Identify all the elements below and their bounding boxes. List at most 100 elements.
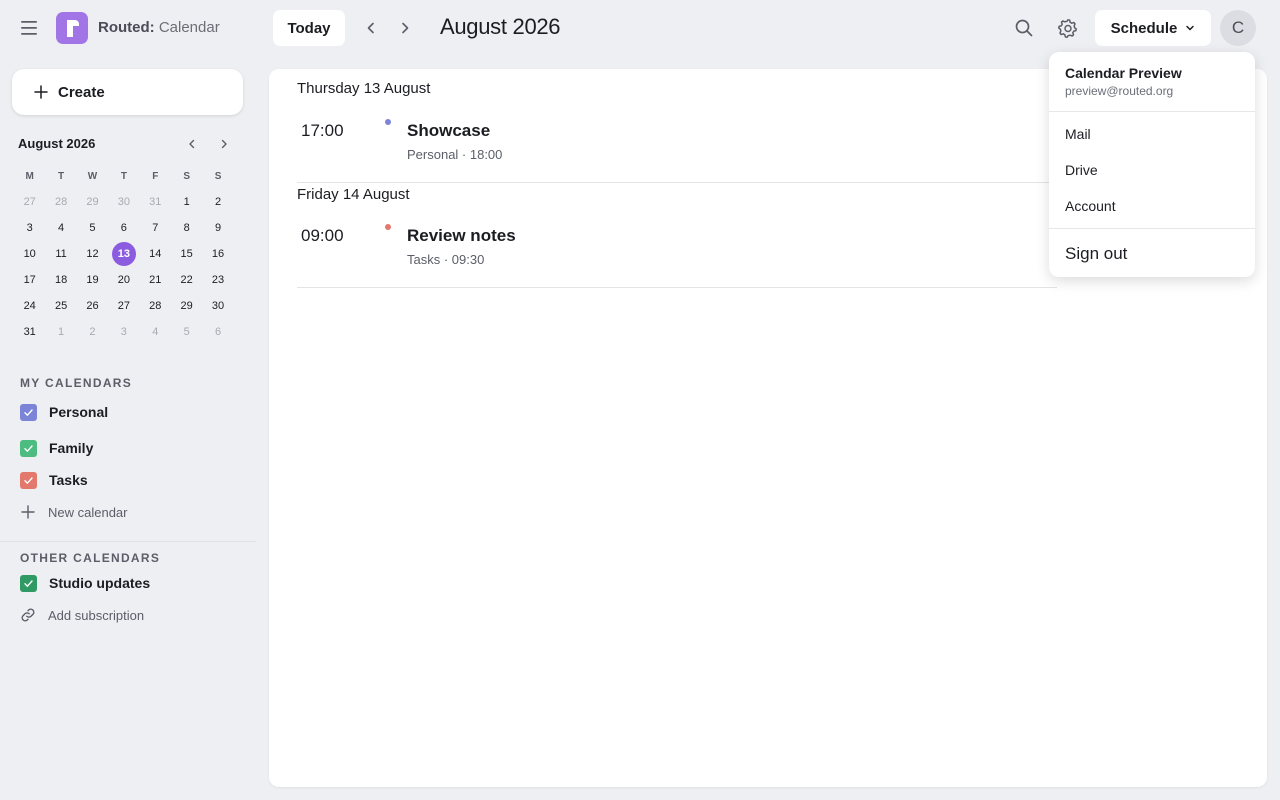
mini-calendar-day[interactable]: 29 bbox=[171, 293, 202, 319]
calendar-item-studio-updates[interactable]: Studio updates bbox=[20, 572, 150, 594]
mini-calendar-day[interactable]: 8 bbox=[171, 215, 202, 241]
add-subscription-label: Add subscription bbox=[48, 607, 145, 623]
mini-calendar-day-today[interactable]: 13 bbox=[108, 241, 139, 267]
menu-icon bbox=[21, 21, 37, 35]
mini-calendar-day[interactable]: 14 bbox=[140, 241, 171, 267]
check-icon bbox=[24, 444, 33, 452]
calendar-item-family[interactable]: Family bbox=[20, 437, 93, 459]
account-menu: Calendar Preview preview@routed.org Mail… bbox=[1049, 52, 1255, 277]
event-details: Tasks · 09:30 bbox=[407, 252, 485, 267]
mini-calendar-day[interactable]: 31 bbox=[140, 189, 171, 215]
menu-divider bbox=[1049, 111, 1255, 112]
mini-calendar-day[interactable]: 1 bbox=[171, 189, 202, 215]
avatar[interactable]: C bbox=[1220, 10, 1256, 46]
mini-calendar-title: August 2026 bbox=[18, 136, 96, 151]
menu-item-mail[interactable]: Mail bbox=[1065, 126, 1091, 142]
mini-calendar-day[interactable]: 4 bbox=[45, 215, 76, 241]
chevron-right-icon bbox=[402, 22, 409, 34]
mini-calendar-day[interactable]: 2 bbox=[77, 319, 108, 345]
brand-name: Routed: bbox=[98, 19, 155, 36]
search-button[interactable] bbox=[1012, 16, 1036, 40]
mini-calendar-day[interactable]: 3 bbox=[14, 215, 45, 241]
mini-calendar-day[interactable]: 28 bbox=[140, 293, 171, 319]
checkbox[interactable] bbox=[20, 471, 37, 489]
mini-calendar-week: 10 11 12 13 14 15 16 bbox=[14, 241, 234, 267]
mini-calendar-day[interactable]: 21 bbox=[140, 267, 171, 293]
gear-icon bbox=[1058, 19, 1078, 38]
mini-calendar-day[interactable]: 1 bbox=[45, 319, 76, 345]
create-button[interactable]: Create bbox=[12, 69, 243, 115]
weekday-label: M bbox=[25, 170, 34, 182]
mini-calendar-day[interactable]: 5 bbox=[171, 319, 202, 345]
mini-calendar-day[interactable]: 30 bbox=[202, 293, 233, 319]
mini-calendar-day[interactable]: 31 bbox=[14, 319, 45, 345]
checkbox[interactable] bbox=[20, 439, 37, 457]
check-icon bbox=[24, 476, 33, 484]
mini-calendar-day[interactable]: 6 bbox=[108, 215, 139, 241]
check-icon bbox=[24, 579, 33, 587]
previous-period-button[interactable] bbox=[359, 16, 383, 40]
event-color-dot bbox=[385, 224, 391, 230]
mini-calendar-day[interactable]: 24 bbox=[14, 293, 45, 319]
mini-calendar-day[interactable]: 12 bbox=[77, 241, 108, 267]
add-subscription-button[interactable]: Add subscription bbox=[20, 604, 144, 626]
calendar-name: Family bbox=[49, 440, 94, 456]
mini-calendar-day[interactable]: 27 bbox=[108, 293, 139, 319]
app-logo bbox=[56, 12, 88, 44]
mini-calendar-day[interactable]: 2 bbox=[202, 189, 233, 215]
mini-calendar-day[interactable]: 11 bbox=[45, 241, 76, 267]
app-title: Routed: Calendar bbox=[98, 19, 220, 36]
mini-calendar-day[interactable]: 20 bbox=[108, 267, 139, 293]
mini-calendar-day[interactable]: 3 bbox=[108, 319, 139, 345]
menu-divider bbox=[1049, 228, 1255, 229]
chevron-right-icon bbox=[221, 139, 227, 149]
event-time: 17:00 bbox=[301, 121, 344, 140]
event-title[interactable]: Showcase bbox=[407, 121, 490, 141]
mini-calendar-day[interactable]: 5 bbox=[77, 215, 108, 241]
app-name: Calendar bbox=[158, 19, 220, 36]
mini-calendar-day[interactable]: 28 bbox=[45, 189, 76, 215]
mini-calendar-day[interactable]: 19 bbox=[77, 267, 108, 293]
mini-calendar-day[interactable]: 26 bbox=[77, 293, 108, 319]
mini-calendar-day[interactable]: 15 bbox=[171, 241, 202, 267]
my-calendars-heading: MY CALENDARS bbox=[20, 376, 133, 390]
mini-calendar-day[interactable]: 25 bbox=[45, 293, 76, 319]
mini-calendar-day[interactable]: 7 bbox=[140, 215, 171, 241]
event-title[interactable]: Review notes bbox=[407, 226, 516, 246]
sign-out-button[interactable]: Sign out bbox=[1065, 244, 1127, 264]
today-button[interactable]: Today bbox=[273, 10, 345, 46]
mini-calendar-day[interactable]: 30 bbox=[108, 189, 139, 215]
settings-button[interactable] bbox=[1056, 16, 1080, 40]
plus-icon bbox=[21, 505, 35, 519]
mini-calendar-day[interactable]: 27 bbox=[14, 189, 45, 215]
mini-calendar-day[interactable]: 29 bbox=[77, 189, 108, 215]
menu-item-account[interactable]: Account bbox=[1065, 198, 1116, 214]
mini-calendar-next-button[interactable] bbox=[214, 134, 234, 154]
mini-calendar-week: 24 25 26 27 28 29 30 bbox=[14, 293, 234, 319]
mini-calendar-day[interactable]: 10 bbox=[14, 241, 45, 267]
view-selector-button[interactable]: Schedule bbox=[1095, 10, 1211, 46]
view-selector-label: Schedule bbox=[1110, 19, 1178, 37]
mini-calendar-day[interactable]: 23 bbox=[202, 267, 233, 293]
create-button-label: Create bbox=[58, 83, 105, 101]
day-divider bbox=[297, 182, 1057, 183]
calendar-item-personal[interactable]: Personal bbox=[20, 401, 108, 423]
checkbox[interactable] bbox=[20, 403, 37, 421]
menu-item-drive[interactable]: Drive bbox=[1065, 162, 1098, 178]
calendar-item-tasks[interactable]: Tasks bbox=[20, 469, 88, 491]
link-icon bbox=[21, 608, 35, 622]
next-period-button[interactable] bbox=[393, 16, 417, 40]
mini-calendar-day[interactable]: 16 bbox=[202, 241, 233, 267]
menu-button[interactable] bbox=[18, 18, 42, 38]
new-calendar-button[interactable]: New calendar bbox=[20, 501, 128, 523]
checkbox[interactable] bbox=[20, 574, 37, 592]
mini-calendar-day[interactable]: 22 bbox=[171, 267, 202, 293]
weekday-label: W bbox=[87, 170, 98, 182]
mini-calendar-day[interactable]: 18 bbox=[45, 267, 76, 293]
mini-calendar-day[interactable]: 9 bbox=[202, 215, 233, 241]
mini-calendar-day[interactable]: 4 bbox=[140, 319, 171, 345]
mini-calendar-day[interactable]: 6 bbox=[202, 319, 233, 345]
mini-calendar-day[interactable]: 17 bbox=[14, 267, 45, 293]
mini-calendar-week: 17 18 19 20 21 22 23 bbox=[14, 267, 234, 293]
mini-calendar-prev-button[interactable] bbox=[182, 134, 202, 154]
